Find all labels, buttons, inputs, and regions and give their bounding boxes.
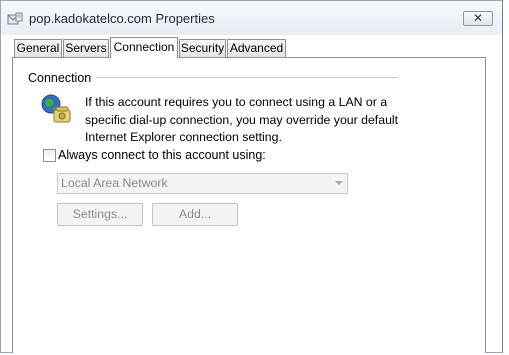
add-button-label: Add... [178, 207, 212, 221]
connection-group-label: Connection [28, 71, 92, 85]
tab-general-label: General [16, 41, 60, 55]
close-icon: ✕ [472, 11, 484, 25]
connection-select[interactable]: Local Area Network [57, 173, 348, 194]
tab-connection[interactable]: Connection [110, 37, 178, 58]
tab-servers-label: Servers [65, 41, 107, 55]
window-title: pop.kadokatelco.com Properties [29, 11, 215, 26]
tab-advanced-label: Advanced [229, 41, 284, 55]
tab-servers[interactable]: Servers [63, 39, 109, 57]
tab-connection-label: Connection [113, 40, 175, 54]
group-divider [96, 77, 398, 78]
globe-phone-icon [41, 94, 71, 123]
mail-properties-icon [7, 12, 23, 25]
close-button[interactable]: ✕ [463, 11, 493, 26]
always-connect-checkbox[interactable] [43, 149, 56, 162]
connection-select-value: Local Area Network [61, 176, 168, 190]
title-bar[interactable]: pop.kadokatelco.com Properties ✕ [1, 1, 502, 35]
chevron-down-icon [335, 181, 343, 185]
tab-general[interactable]: General [14, 39, 62, 57]
tab-security[interactable]: Security [179, 39, 226, 57]
tab-advanced[interactable]: Advanced [227, 39, 286, 57]
settings-button-label: Settings... [72, 207, 128, 221]
always-connect-label[interactable]: Always connect to this account using: [58, 148, 266, 162]
add-button[interactable]: Add... [152, 203, 238, 226]
settings-button[interactable]: Settings... [57, 203, 143, 226]
tab-security-label: Security [180, 41, 225, 55]
connection-description: If this account requires you to connect … [85, 95, 399, 144]
